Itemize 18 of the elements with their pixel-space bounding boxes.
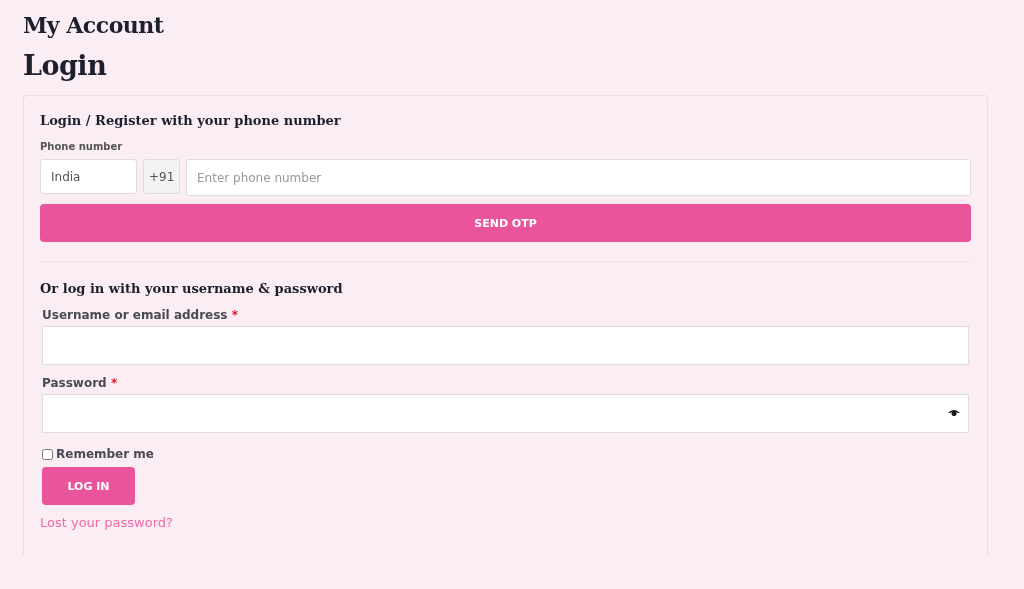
phone-input[interactable]: Enter phone number [186,159,971,196]
send-otp-button[interactable]: SEND OTP [40,204,971,242]
lost-password-link[interactable]: Lost your password? [40,515,173,530]
field-label: Password * [42,376,119,390]
username-input[interactable] [42,326,969,365]
dial-code: +91 [143,159,180,194]
field-label: Phone number [40,141,124,152]
remember-checkbox[interactable] [42,448,53,460]
section-title: Or log in with your username & password [40,281,343,296]
login-button[interactable]: LOG IN [42,467,135,505]
country-select[interactable]: India [40,159,137,194]
remember-label: Remember me [56,447,154,461]
page-title: My Account [23,12,164,38]
eye-icon[interactable] [948,409,960,417]
password-input[interactable] [42,394,969,433]
login-heading: Login [23,50,107,81]
field-label: Username or email address * [42,308,239,322]
section-title: Login / Register with your phone number [40,113,341,128]
